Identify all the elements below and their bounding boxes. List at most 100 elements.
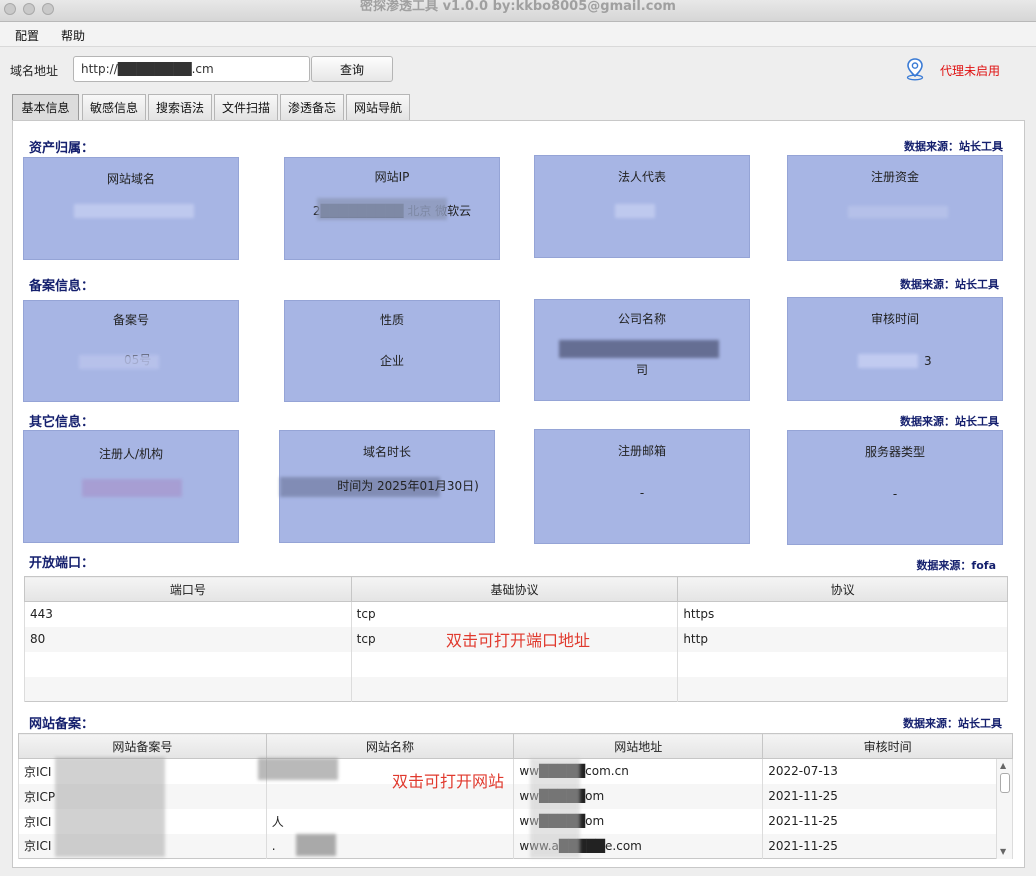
card-label: 网站IP (374, 170, 410, 184)
card-registrant: 注册人/机构 (23, 430, 239, 543)
ports-data-source: 数据来源：fofa (916, 559, 996, 572)
review-time-cell: 2021-11-25 (762, 833, 1013, 859)
protocol-cell: http (677, 626, 1008, 652)
port-cell: 443 (24, 601, 352, 627)
card-server-type: 服务器类型 - (787, 430, 1003, 545)
redacted-block (848, 206, 948, 218)
card-label: 域名时长 (362, 445, 411, 459)
card-label: 公司名称 (617, 312, 666, 326)
card-value: 时间为 2025年01月30日) (337, 479, 479, 493)
card-registered-capital: 注册资金 (787, 155, 1003, 261)
table-row[interactable]: 京ICI ww█████com.cn 2022-07-13 (18, 758, 1013, 784)
port-cell (24, 651, 352, 677)
card-registrant-email: 注册邮箱 - (534, 429, 750, 544)
site-name-cell: 人 (265, 808, 515, 834)
redacted-block (858, 354, 918, 368)
port-cell (24, 676, 352, 702)
redacted-block (258, 758, 338, 780)
column-header[interactable]: 端口号 (24, 576, 352, 602)
protocol-cell (677, 676, 1008, 702)
tab-sensitive-info[interactable]: 敏感信息 (82, 94, 146, 121)
table-header-row: 端口号 基础协议 协议 (24, 576, 1008, 602)
card-legal-representative: 法人代表 (534, 155, 750, 258)
scroll-thumb[interactable] (1000, 773, 1010, 793)
card-company-name: 公司名称 司 (534, 299, 750, 401)
tab-basic-info[interactable]: 基本信息 (12, 94, 79, 121)
card-value: 司 (635, 363, 648, 377)
table-row[interactable] (24, 651, 1008, 677)
tab-pentest-memo[interactable]: 渗透备忘 (280, 94, 344, 121)
protocol-cell: https (677, 601, 1008, 627)
column-header[interactable]: 网站备案号 (18, 733, 267, 759)
redacted-block (296, 834, 336, 856)
card-label: 注册邮箱 (617, 444, 666, 458)
menu-help[interactable]: 帮助 (61, 27, 85, 44)
asset-section-title: 资产归属： (29, 141, 95, 156)
column-header[interactable]: 审核时间 (762, 733, 1013, 759)
redacted-block (317, 198, 447, 220)
tab-site-nav[interactable]: 网站导航 (346, 94, 410, 121)
column-header[interactable]: 协议 (677, 576, 1008, 602)
icp-table: 网站备案号 网站名称 网站地址 审核时间 京ICI ww█████com.cn … (18, 733, 1013, 859)
redacted-block (559, 340, 719, 358)
review-time-cell: 2021-11-25 (762, 808, 1013, 834)
domain-input[interactable] (73, 56, 310, 82)
query-toolbar: 域名地址 查询 代理未启用 (0, 48, 1036, 90)
window-title: 密探渗透工具 v1.0.0 by:kkbo8005@gmail.com (360, 0, 676, 14)
base-protocol-cell: tcp (350, 601, 679, 627)
tab-search-syntax[interactable]: 搜索语法 (148, 94, 212, 121)
redacted-block (74, 204, 194, 218)
table-row[interactable]: 京ICI 人 ww█████om 2021-11-25 (18, 808, 1013, 834)
domain-label: 域名地址 (10, 64, 59, 78)
icp-hint: 双击可打开网站 (392, 772, 505, 791)
icp-scrollbar[interactable]: ▲ ▼ (996, 759, 1012, 859)
table-row[interactable] (24, 676, 1008, 702)
card-value: - (639, 486, 645, 500)
beian-section-title: 备案信息： (29, 279, 95, 294)
base-protocol-cell (350, 651, 679, 677)
base-protocol-cell (350, 676, 679, 702)
card-site-ip: 网站IP 2█████████ 北京 微软云 (284, 157, 500, 260)
menu-config[interactable]: 配置 (15, 27, 39, 44)
column-header[interactable]: 基础协议 (350, 576, 679, 602)
beian-data-source: 数据来源：站长工具 (900, 278, 999, 291)
card-label: 备案号 (112, 313, 149, 327)
card-label: 审核时间 (870, 312, 919, 326)
column-header[interactable]: 网站地址 (513, 733, 764, 759)
review-time-cell: 2021-11-25 (762, 783, 1013, 809)
scroll-up-icon[interactable]: ▲ (1000, 761, 1006, 770)
query-button[interactable]: 查询 (311, 56, 393, 82)
other-data-source: 数据来源：站长工具 (900, 415, 999, 428)
scroll-down-icon[interactable]: ▼ (1000, 847, 1006, 856)
table-header-row: 网站备案号 网站名称 网站地址 审核时间 (18, 733, 1013, 759)
asset-data-source: 数据来源：站长工具 (904, 140, 1003, 153)
card-label: 注册资金 (870, 170, 919, 184)
location-pin-icon[interactable] (904, 57, 926, 81)
table-row[interactable]: 京ICP ww█████om 2021-11-25 (18, 783, 1013, 809)
table-row[interactable]: 京ICI . www.a█████e.com 2021-11-25 (18, 833, 1013, 859)
card-nature: 性质 企业 (284, 300, 500, 402)
redacted-block (615, 204, 655, 218)
card-label: 法人代表 (617, 170, 666, 184)
card-value: 3 (924, 354, 932, 368)
card-value: 企业 (379, 354, 404, 368)
card-label: 服务器类型 (864, 445, 925, 459)
ports-section-title: 开放端口： (29, 556, 95, 571)
redacted-block (82, 479, 182, 497)
proxy-status: 代理未启用 (940, 64, 1001, 78)
icp-data-source: 数据来源：站长工具 (903, 717, 1002, 730)
card-label: 性质 (379, 313, 404, 327)
card-site-domain: 网站域名 (23, 157, 239, 260)
card-beian-number: 备案号 05号 (23, 300, 239, 402)
table-row[interactable]: 443 tcp https (24, 601, 1008, 627)
card-review-time: 审核时间 3 (787, 297, 1003, 401)
menu-bar: 配置 帮助 (0, 22, 1036, 47)
icp-section-title: 网站备案： (29, 717, 95, 732)
column-header[interactable]: 网站名称 (265, 733, 515, 759)
card-label: 注册人/机构 (98, 447, 164, 461)
redacted-block (79, 355, 159, 369)
tab-file-scan[interactable]: 文件扫描 (214, 94, 278, 121)
redacted-block (530, 758, 580, 858)
review-time-cell: 2022-07-13 (762, 758, 1013, 784)
port-cell: 80 (24, 626, 352, 652)
